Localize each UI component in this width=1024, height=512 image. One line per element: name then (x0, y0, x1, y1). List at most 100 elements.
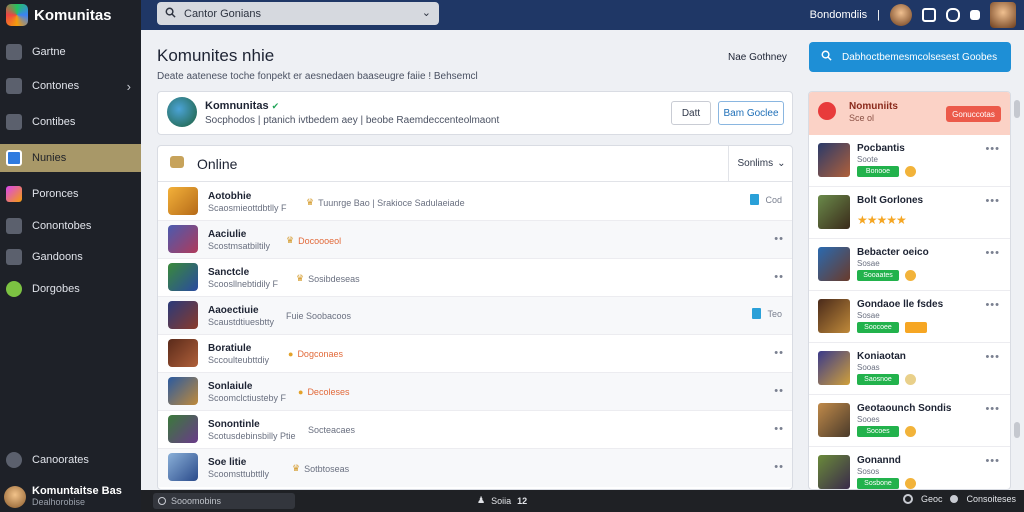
header-link[interactable]: Nae Gothney (728, 52, 787, 63)
table-row[interactable]: Boratiule Sccoulteubttdiy ● Dogconaes •• (158, 335, 792, 373)
search-input[interactable]: Cantor Gonians ⌄ (157, 2, 439, 25)
chevron-down-icon[interactable]: ⌄ (422, 6, 431, 19)
more-options-icon[interactable]: •• (774, 385, 784, 397)
recommended-panel: Nomuniits Sce ol Gonuccotas Pocbantis So… (808, 91, 1011, 490)
more-options-icon[interactable]: ••• (985, 247, 1000, 259)
join-button[interactable]: Bam Goclee (718, 101, 784, 125)
current-user[interactable]: Komuntaitse Bas Dealhorobise (4, 485, 122, 508)
more-options-icon[interactable]: ••• (985, 195, 1000, 207)
scroll-thumb[interactable] (1014, 100, 1020, 118)
friend-avatar[interactable] (890, 4, 912, 26)
chat-input[interactable]: Sooomobins (153, 493, 295, 509)
list-item[interactable]: Bebacter oeico Sosae Sooaates ••• (809, 239, 1010, 291)
more-options-icon[interactable]: ••• (985, 143, 1000, 155)
more-options-icon[interactable]: •• (774, 271, 784, 283)
community-subtitle: Socphodos | ptanich ivtbedem aey | beobe… (205, 115, 500, 126)
sidebar-item-label: Conontobes (32, 220, 92, 232)
divider: | (877, 9, 880, 21)
avatar (4, 485, 26, 508)
table-row[interactable]: Sonontinle Scotusdebinsbilly Ptie Soctea… (158, 411, 792, 449)
row-meta: Scotusdebinsbilly Ptie (208, 431, 296, 441)
chat-input-text: Sooomobins (171, 496, 222, 506)
sidebar-item-label: Nunies (32, 152, 67, 164)
row-tag-text: Fuie Soobacoos (286, 311, 352, 321)
search-text: Cantor Gonians (184, 7, 262, 20)
row-action[interactable]: Cod (750, 194, 782, 205)
table-row[interactable]: Sonlaiule Scoomclctiusteby F ● Decoleses… (158, 373, 792, 411)
sidebar-item-label: Gandoons (32, 251, 83, 263)
row-tag: ♛ Sosibdeseas (296, 273, 360, 284)
sidebar-item-label: Gartne (32, 46, 66, 58)
item-chip: Sooaates (857, 270, 899, 281)
row-meta: Scaustdtiuesbtty (208, 317, 275, 327)
table-row[interactable]: Aotobhie Scaosmieottdbtlly F ♛ Tuunrge B… (158, 183, 792, 221)
sidebar-item-conontobes[interactable]: Conontobes (0, 212, 141, 240)
more-options-icon[interactable]: ••• (985, 351, 1000, 363)
top-link[interactable]: Bondomdiis (810, 9, 867, 21)
table-row[interactable]: Sanctcle Scoosllnebtidily F ♛ Sosibdesea… (158, 259, 792, 297)
table-row[interactable]: Aaciulie Scostmsatbiltily ♛ Docoooeol •• (158, 221, 792, 259)
scrollbar[interactable] (1014, 100, 1020, 490)
row-tag-text: Dogconaes (297, 349, 343, 359)
row-name: Aaciulie (208, 229, 247, 240)
item-name: Pocbantis (857, 143, 905, 154)
sort-dropdown[interactable]: Sonlims ⌄ (728, 146, 792, 181)
chat-icon[interactable] (946, 8, 960, 22)
table-row[interactable]: Aaoectiuie Scaustdtiuesbtty Fuie Soobaco… (158, 297, 792, 335)
row-tag-text: Tuunrge Bao | Srakioce Sadulaeiade (318, 197, 465, 208)
sidebar-item-contones[interactable]: Contones › (0, 72, 141, 100)
more-options-icon[interactable]: •• (774, 423, 784, 435)
list-item[interactable]: Geotaounch Sondis Sooes Socoes ••• (809, 395, 1010, 447)
sidebar-item-canoorates[interactable]: Canoorates (6, 452, 89, 468)
game-thumbnail (818, 247, 850, 281)
sidebar-item-label: Contibes (32, 116, 76, 128)
row-tag-text: Docoooeol (298, 235, 342, 246)
more-options-icon[interactable]: •• (774, 461, 784, 473)
sort-label: Sonlims (737, 158, 774, 169)
secondary-button[interactable]: Datt (671, 101, 711, 125)
row-tag-text: Socteacaes (308, 425, 356, 435)
item-meta: Soote (857, 155, 878, 164)
app-name: Komunitas (34, 6, 112, 24)
sidebar-item-label: Poronces (32, 188, 79, 200)
row-name: Sonlaiule (208, 381, 253, 392)
friends-label: Soiia (491, 495, 512, 506)
more-options-icon[interactable]: ••• (985, 299, 1000, 311)
more-options-icon[interactable]: •• (774, 347, 784, 359)
more-options-icon[interactable]: •• (774, 233, 784, 245)
panel-action-button[interactable]: Gonuccotas (946, 106, 1001, 122)
bottom-link[interactable]: Consoiteses (966, 494, 1016, 504)
game-thumbnail (818, 143, 850, 177)
online-list: Online Sonlims ⌄ Aotobhie Scaosmieottdbt… (157, 145, 793, 490)
sidebar-item-gandoons[interactable]: Gandoons (0, 243, 141, 271)
brand[interactable]: Komunitas (6, 4, 112, 26)
list-item[interactable]: Gonannd Sosos Sosbone ••• (809, 447, 1010, 489)
users-icon[interactable] (970, 10, 980, 20)
list-item[interactable]: Koniaotan Sooas Saosnoe ••• (809, 343, 1010, 395)
grid-icon[interactable] (922, 8, 936, 22)
row-action[interactable]: Teo (752, 308, 782, 319)
profile-avatar[interactable] (990, 2, 1016, 28)
row-tag-text: Sotbtoseas (304, 463, 350, 474)
sidebar-item-label: Contones (32, 80, 80, 92)
sidebar-item-gartne[interactable]: Gartne (0, 38, 141, 66)
folder-icon (6, 78, 22, 94)
row-name: Aotobhie (208, 191, 252, 202)
more-options-icon[interactable]: ••• (985, 455, 1000, 467)
row-meta: Scoosllnebtidily F (208, 279, 279, 289)
table-row[interactable]: Soe litie Scoomsttubttlly ♛ Sotbtoseas •… (158, 449, 792, 487)
sidebar-item-dorgobes[interactable]: Dorgobes (0, 275, 141, 303)
list-item[interactable]: Bolt Gorlones ★★★★★ ••• (809, 187, 1010, 239)
sidebar-item-poronces[interactable]: Poronces (0, 180, 141, 208)
list-item[interactable]: Gondaoe lle fsdes Sosae Soocoee ••• (809, 291, 1010, 343)
sidebar-item-contibes[interactable]: Contibes (0, 108, 141, 136)
top-bar: Cantor Gonians ⌄ Bondomdiis | (141, 0, 1024, 30)
create-community-button[interactable]: Dabhoctbemesmcolsesest Goobes (809, 42, 1011, 72)
friends-online[interactable]: ♟ Soiia 12 (477, 495, 527, 506)
sidebar-item-nunies[interactable]: Nunies (0, 144, 141, 172)
list-item[interactable]: Pocbantis Soote Bonooe ••• (809, 135, 1010, 187)
scroll-thumb[interactable] (1014, 422, 1020, 438)
item-name: Gonannd (857, 455, 901, 466)
bottom-link[interactable]: Geoc (921, 494, 943, 504)
more-options-icon[interactable]: ••• (985, 403, 1000, 415)
